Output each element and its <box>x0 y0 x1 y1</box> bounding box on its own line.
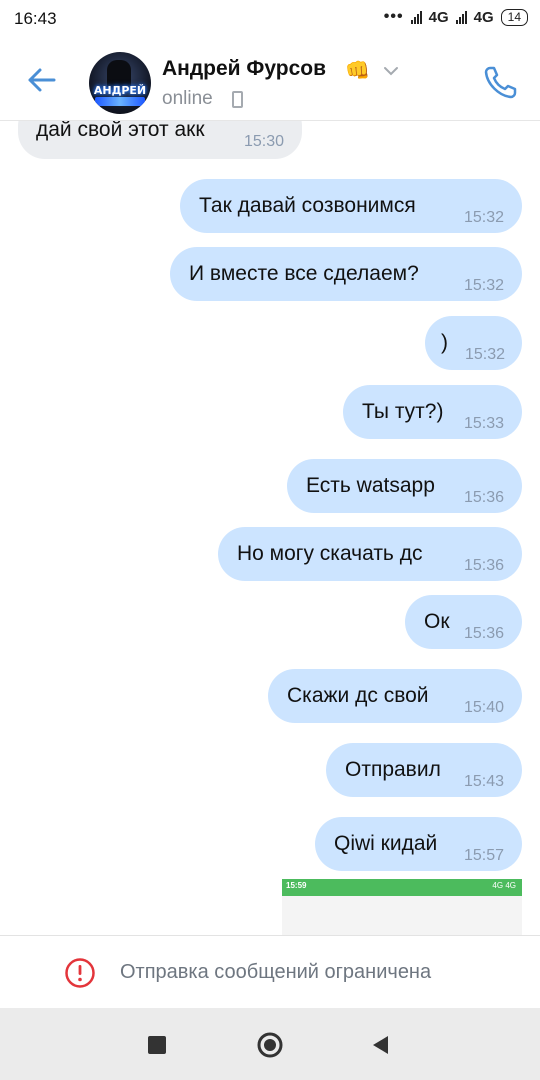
network-type-2: 4G <box>473 8 494 26</box>
notification-dots: ••• <box>383 8 404 25</box>
avatar[interactable]: АНДРЕЙ <box>89 52 151 114</box>
message-text: Ок <box>424 610 450 633</box>
nav-back-button[interactable] <box>370 1034 390 1056</box>
message-text: Но могу скачать дс <box>237 542 423 565</box>
message-bubble[interactable]: Ок 15:36 <box>405 595 522 649</box>
contact-name[interactable]: Андрей Фурсов <box>162 57 326 81</box>
message-time: 15:32 <box>464 277 505 294</box>
recents-button[interactable] <box>148 1036 166 1054</box>
restricted-message: Отправка сообщений ограничена <box>120 961 432 983</box>
signal-icon <box>455 10 467 24</box>
phone-call-icon[interactable] <box>481 62 521 102</box>
message-text: Скажи дс свой <box>287 684 429 707</box>
home-button[interactable] <box>256 1031 284 1059</box>
fist-emoji: 👊 <box>345 60 370 82</box>
image-attachment[interactable]: 15:59 4G 4G <box>282 879 522 935</box>
chevron-down-icon[interactable] <box>382 62 400 80</box>
message-bubble[interactable]: Отправил 15:43 <box>326 743 522 797</box>
input-restricted-banner: Отправка сообщений ограничена <box>0 935 540 1009</box>
message-bubble[interactable]: ) 15:32 <box>425 316 522 370</box>
arrow-left-icon[interactable] <box>24 62 60 98</box>
attachment-status: 4G 4G <box>492 881 516 890</box>
message-bubble[interactable]: Qiwi кидай 15:57 <box>315 817 522 871</box>
message-bubble[interactable]: Так давай созвонимся 15:32 <box>180 179 522 233</box>
message-time: 15:36 <box>464 557 505 574</box>
mobile-device-icon <box>232 91 243 108</box>
status-icons: ••• 4G 4G 14 <box>384 8 528 26</box>
message-bubble[interactable]: дай свой этот акк 15:30 <box>18 121 302 159</box>
network-type-1: 4G <box>428 8 449 26</box>
message-time: 15:32 <box>465 346 506 363</box>
message-bubble[interactable]: Скажи дс свой 15:40 <box>268 669 522 723</box>
status-time: 16:43 <box>14 9 57 28</box>
online-status: online <box>162 88 213 109</box>
message-text: дай свой этот акк <box>36 121 205 141</box>
message-time: 15:57 <box>464 847 505 864</box>
message-time: 15:36 <box>464 625 505 642</box>
message-time: 15:33 <box>464 415 505 432</box>
message-time: 15:30 <box>244 133 285 150</box>
message-bubble[interactable]: Есть watsapp 15:36 <box>287 459 522 513</box>
message-text: Ты тут?) <box>362 400 444 423</box>
message-time: 15:43 <box>464 773 505 790</box>
message-bubble[interactable]: Но могу скачать дс 15:36 <box>218 527 522 581</box>
chat-header: АНДРЕЙ Андрей Фурсов 👊 online <box>0 40 540 121</box>
message-text: Так давай созвонимся <box>199 194 416 217</box>
exclamation-circle-icon <box>65 958 95 988</box>
status-bar: 16:43 ••• 4G 4G 14 <box>0 0 540 40</box>
message-bubble[interactable]: И вместе все сделаем? 15:32 <box>170 247 522 301</box>
battery-indicator: 14 <box>500 8 528 26</box>
message-text: ) <box>441 331 448 354</box>
system-nav-bar <box>0 1008 540 1080</box>
message-text: Qiwi кидай <box>334 832 438 855</box>
message-bubble[interactable]: Ты тут?) 15:33 <box>343 385 522 439</box>
message-text: Есть watsapp <box>306 474 435 497</box>
signal-icon <box>410 10 422 24</box>
message-time: 15:36 <box>464 489 505 506</box>
message-list[interactable]: дай свой этот акк 15:30 Так давай созвон… <box>0 121 540 935</box>
message-text: И вместе все сделаем? <box>189 262 419 285</box>
message-time: 15:32 <box>464 209 505 226</box>
avatar-logo-text: АНДРЕЙ <box>93 84 147 97</box>
attachment-time: 15:59 <box>286 881 307 890</box>
message-text: Отправил <box>345 758 441 781</box>
message-time: 15:40 <box>464 699 505 716</box>
